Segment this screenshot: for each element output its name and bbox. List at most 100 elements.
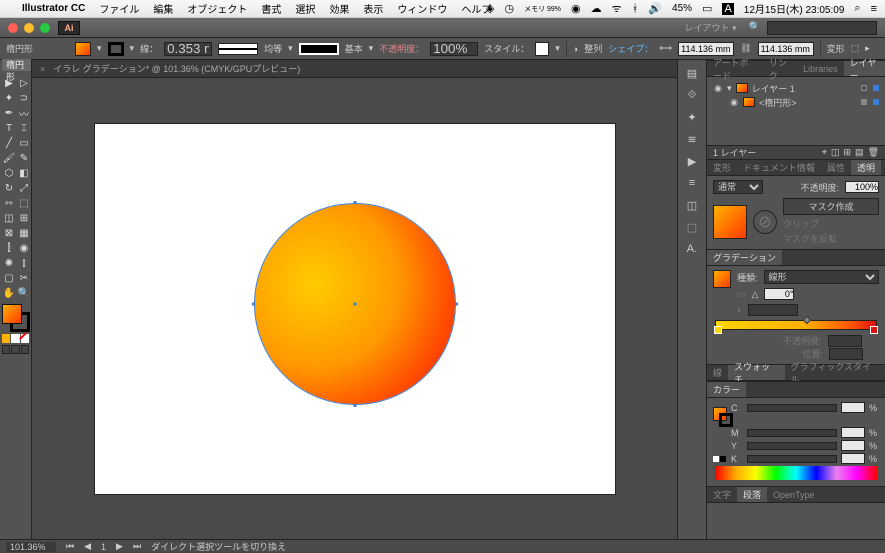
visibility-icon[interactable]: ◉ — [713, 83, 723, 94]
m-slider[interactable] — [747, 429, 837, 437]
close-tab-icon[interactable]: × — [40, 64, 45, 74]
aspect-field[interactable] — [748, 304, 798, 316]
width-input[interactable] — [678, 42, 734, 56]
cloud-icon[interactable]: ☁ — [591, 2, 602, 15]
gradient-stop-right[interactable] — [870, 326, 878, 334]
opacity-input[interactable] — [430, 42, 478, 56]
layer-row-ellipse[interactable]: ◉ <楕円形> — [713, 95, 879, 109]
zoom-field[interactable]: 101.36% — [6, 542, 56, 552]
document-tab-title[interactable]: イラレ グラデーション* @ 101.36% (CMYK/GPUプレビュー) — [53, 62, 300, 75]
trash-stop-icon[interactable]: 🗑 — [868, 335, 879, 346]
character-icon[interactable]: A. — [683, 240, 701, 258]
stop-opacity-field[interactable] — [828, 335, 862, 347]
spotlight-icon[interactable]: ⌕ — [854, 2, 860, 15]
pencil-tool[interactable]: ✎ — [17, 151, 31, 165]
gradient-tool[interactable]: ▦ — [17, 226, 31, 240]
isolate-icon[interactable]: ⬚ — [851, 43, 860, 54]
notification-icon[interactable]: ≡ — [871, 3, 877, 15]
c-value[interactable] — [841, 402, 865, 413]
perspective-tool[interactable]: ⊞ — [17, 211, 31, 225]
tab-graphic-styles[interactable]: グラフィックスタイル — [785, 365, 885, 380]
clock-text[interactable]: 12月15日(木) 23:05:09 — [744, 1, 845, 16]
workspace-dropdown[interactable]: レイアウト ▾ — [679, 21, 743, 34]
fill-stroke-indicator[interactable] — [2, 304, 30, 332]
app-name[interactable]: Illustrator CC — [22, 3, 85, 14]
draw-behind[interactable] — [11, 345, 19, 354]
link-icon[interactable]: ⛓ — [740, 43, 751, 54]
layer-row-1[interactable]: ◉ ▾ レイヤー 1 — [713, 81, 879, 95]
color-fillstroke[interactable] — [713, 407, 727, 421]
c-slider[interactable] — [747, 404, 837, 412]
hand-tool[interactable]: ✋ — [2, 286, 16, 300]
tab-artboards[interactable]: アートボード — [707, 61, 763, 76]
pen-tool[interactable]: ✒ — [2, 106, 16, 120]
shape-name[interactable]: <楕円形> — [759, 96, 797, 109]
stop-color-swatch[interactable] — [713, 336, 723, 346]
aspect-icon[interactable]: ◐ — [737, 305, 742, 315]
midpoint-handle[interactable] — [803, 316, 811, 324]
rectangle-tool[interactable]: ▭ — [17, 136, 31, 150]
gradient-slider[interactable] — [715, 320, 877, 330]
line-tool[interactable]: ╱ — [2, 136, 16, 150]
height-input[interactable] — [758, 42, 814, 56]
messenger-icon[interactable]: ◉ — [571, 2, 581, 15]
shape-word[interactable]: シェイプ： — [608, 42, 653, 55]
brushes-icon[interactable]: ≋ — [683, 130, 701, 148]
battery-icon[interactable]: ▭ — [702, 2, 712, 15]
uniform-label[interactable]: 均等 — [264, 42, 282, 55]
tab-gradient[interactable]: グラデーション — [707, 250, 782, 265]
graph-tool[interactable]: ⫾ — [17, 256, 31, 270]
menu-select[interactable]: 選択 — [295, 1, 315, 16]
draw-inside[interactable] — [21, 345, 29, 354]
nav-last-icon[interactable]: ⏭ — [133, 541, 141, 552]
opacity-field[interactable] — [845, 181, 879, 193]
bluetooth-icon[interactable]: ᚼ — [632, 3, 639, 15]
direct-selection-tool[interactable]: ▷ — [17, 76, 31, 90]
pathfinder-icon[interactable]: ◫ — [683, 196, 701, 214]
shape-builder-tool[interactable]: ◫ — [2, 211, 16, 225]
lasso-tool[interactable]: ⊃ — [17, 91, 31, 105]
eyedropper-tool[interactable]: ⫿ — [2, 241, 16, 255]
mesh-tool[interactable]: ⊠ — [2, 226, 16, 240]
actions-icon[interactable]: ▶ — [683, 152, 701, 170]
eraser-tool[interactable]: ◧ — [17, 166, 31, 180]
artboard[interactable] — [95, 124, 615, 494]
tab-transparency[interactable]: 透明 — [851, 160, 881, 175]
visibility-icon[interactable]: ◉ — [729, 97, 739, 108]
close-button[interactable] — [8, 23, 18, 33]
k-value[interactable] — [841, 453, 865, 464]
width-tool[interactable]: ⇿ — [2, 196, 16, 210]
tab-character[interactable]: 文字 — [707, 487, 737, 502]
tab-paragraph[interactable]: 段落 — [737, 487, 767, 502]
stroke-width-input[interactable] — [164, 42, 212, 56]
blend-mode-select[interactable]: 通常 — [713, 180, 763, 194]
nav-first-icon[interactable]: ⏮ — [66, 541, 74, 552]
symbols-icon[interactable]: ✦ — [683, 108, 701, 126]
tab-links[interactable]: リンク — [763, 61, 797, 76]
gradient-type-select[interactable]: 線形 — [764, 270, 879, 284]
spectrum-picker[interactable] — [715, 466, 877, 480]
curvature-tool[interactable]: 〰 — [17, 106, 31, 120]
slice-tool[interactable]: ✂ — [17, 271, 31, 285]
stroke-dropdown-icon[interactable]: ▾ — [130, 43, 135, 54]
menu-effect[interactable]: 効果 — [329, 1, 349, 16]
gradient-swatch[interactable] — [713, 270, 731, 288]
expand-icon[interactable]: ▾ — [727, 83, 732, 94]
menu-file[interactable]: ファイル — [99, 1, 139, 16]
color-mode-solid[interactable] — [2, 334, 10, 343]
search-input[interactable] — [767, 21, 877, 35]
battery-text[interactable]: 45% — [672, 3, 692, 14]
y-value[interactable] — [841, 440, 865, 451]
stroke-swatch[interactable] — [108, 42, 124, 56]
basic-label[interactable]: 基本 — [345, 42, 363, 55]
layer-name[interactable]: レイヤー 1 — [752, 82, 795, 95]
stop-position-field[interactable] — [829, 348, 863, 360]
stroke-profile[interactable] — [218, 43, 258, 55]
touch-type-tool[interactable]: ⌶ — [17, 121, 31, 135]
tab-swatches[interactable]: スウォッチ — [728, 365, 784, 380]
anchor-right[interactable] — [455, 302, 458, 305]
tab-transform[interactable]: 変形 — [707, 160, 737, 175]
tab-libraries[interactable]: Libraries — [797, 61, 844, 76]
recolor-icon[interactable]: ◑ — [573, 44, 578, 54]
scale-tool[interactable]: ⤢ — [17, 181, 31, 195]
